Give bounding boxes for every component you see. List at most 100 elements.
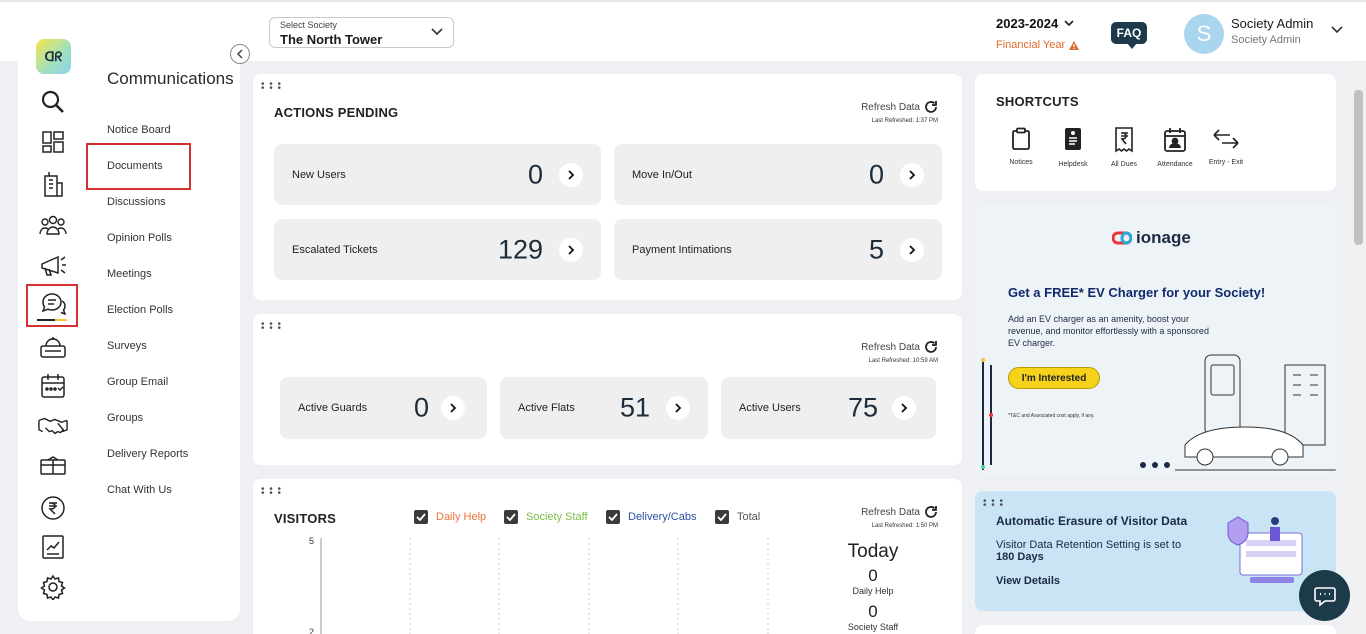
erasure-body: Visitor Data Retention Setting is set to — [996, 539, 1182, 551]
amenities-icon[interactable] — [38, 451, 68, 481]
communications-icon[interactable] — [38, 289, 68, 319]
legend-daily-help[interactable]: Daily Help — [414, 510, 486, 524]
helpdesk-icon[interactable] — [38, 332, 68, 362]
tile-active-flats[interactable]: Active Flats 51 — [500, 377, 708, 439]
visitors-card: • • • • • • VISITORS Refresh Data Last Re… — [253, 479, 962, 634]
checkbox-checked-icon[interactable] — [414, 510, 428, 524]
dashboard-icon[interactable] — [38, 127, 68, 157]
drag-handle-icon[interactable]: • • • • • • — [983, 497, 1004, 511]
today-daily-help-value: 0 — [868, 566, 878, 585]
chevron-right-icon[interactable] — [559, 162, 583, 187]
chevron-right-icon[interactable] — [441, 396, 465, 420]
chevron-right-icon[interactable] — [900, 162, 924, 187]
collapse-sidebar-button[interactable] — [230, 44, 250, 64]
chevron-right-icon[interactable] — [892, 396, 916, 420]
view-details-link[interactable]: View Details — [996, 575, 1060, 587]
tile-label: Escalated Tickets — [292, 243, 378, 256]
active-underline — [37, 319, 67, 321]
menu-item-discussions[interactable]: Discussions — [107, 196, 166, 208]
tile-move-in-out[interactable]: Move In/Out 0 — [614, 144, 942, 205]
scrollbar-thumb[interactable] — [1354, 90, 1363, 245]
drag-handle-icon[interactable]: • • • • • • — [261, 320, 282, 334]
faq-button[interactable]: FAQ — [1111, 22, 1147, 49]
shortcut-entry-exit[interactable]: Entry - Exit — [1198, 127, 1254, 166]
chevron-right-icon[interactable] — [559, 237, 583, 262]
menu-item-documents[interactable]: Documents — [107, 160, 163, 172]
chat-support-button[interactable] — [1299, 570, 1350, 621]
user-role: Society Admin — [1231, 34, 1301, 46]
shortcut-all-dues[interactable]: All Dues — [1096, 127, 1152, 168]
menu-item-opinion-polls[interactable]: Opinion Polls — [107, 232, 172, 244]
menu-item-chat-with-us[interactable]: Chat With Us — [107, 484, 172, 496]
community-icon[interactable] — [38, 210, 68, 240]
menu-item-delivery-reports[interactable]: Delivery Reports — [107, 448, 188, 460]
tile-active-users[interactable]: Active Users 75 — [721, 377, 936, 439]
ev-charger-banner[interactable]: ionage Get a FREE* EV Charger for your S… — [975, 205, 1336, 476]
ad-headline: Get a FREE* EV Charger for your Society! — [1008, 285, 1266, 300]
last-refreshed: Last Refreshed: 10:59 AM — [868, 358, 938, 364]
left-navigation-panel: ᗡᖇ Communications Notice Board Documents… — [18, 17, 240, 621]
chevron-down-icon — [431, 28, 443, 36]
checkbox-checked-icon[interactable] — [715, 510, 729, 524]
calendar-icon[interactable] — [38, 371, 68, 401]
refresh-data-button[interactable]: Refresh Data — [833, 340, 938, 354]
today-daily-help-label: Daily Help — [852, 586, 894, 596]
chat-bubbles-icon — [1313, 586, 1336, 607]
today-staff-label: Society Staff — [847, 622, 899, 632]
last-refreshed: Last Refreshed: 1:50 PM — [871, 523, 938, 529]
tile-new-users[interactable]: New Users 0 — [274, 144, 601, 205]
society-select[interactable]: Select Society The North Tower — [269, 17, 454, 48]
handshake-icon[interactable] — [38, 411, 68, 441]
chevron-down-icon — [1331, 26, 1343, 34]
erasure-days: 180 Days — [996, 551, 1044, 563]
checkbox-checked-icon[interactable] — [606, 510, 620, 524]
carousel-dot[interactable] — [1164, 462, 1170, 468]
settings-icon[interactable] — [38, 572, 68, 602]
tile-escalated-tickets[interactable]: Escalated Tickets 129 — [274, 219, 601, 280]
menu-item-notice-board[interactable]: Notice Board — [107, 124, 171, 136]
menu-item-election-polls[interactable]: Election Polls — [107, 304, 173, 316]
menu-item-surveys[interactable]: Surveys — [107, 340, 147, 352]
menu-item-groups[interactable]: Groups — [107, 412, 143, 424]
carousel-dot[interactable] — [1140, 462, 1146, 468]
carousel-dot[interactable] — [1152, 462, 1158, 468]
menu-title: Communications — [107, 69, 234, 88]
shortcut-attendance[interactable]: Attendance — [1147, 127, 1203, 168]
drag-handle-icon[interactable]: • • • • • • — [261, 485, 282, 499]
ionage-logo-icon — [1112, 231, 1132, 245]
rupee-icon[interactable] — [38, 493, 68, 523]
im-interested-button[interactable]: I'm Interested — [1008, 367, 1100, 389]
refresh-data-button[interactable]: Refresh Data — [833, 100, 938, 114]
legend-label: Delivery/Cabs — [628, 511, 697, 523]
legend-total[interactable]: Total — [715, 510, 760, 524]
checkbox-checked-icon[interactable] — [504, 510, 518, 524]
chevron-right-icon[interactable] — [666, 396, 690, 420]
legend-delivery-cabs[interactable]: Delivery/Cabs — [606, 510, 696, 524]
legend-society-staff[interactable]: Society Staff — [504, 510, 588, 524]
attendance-icon — [1164, 128, 1186, 152]
menu-item-group-email[interactable]: Group Email — [107, 376, 168, 388]
warning-icon — [1069, 40, 1080, 50]
financial-year-selector[interactable]: 2023-2024 Financial Year — [996, 16, 1086, 51]
tile-value: 51 — [619, 392, 650, 423]
page-scrollbar[interactable] — [1351, 62, 1366, 634]
tile-payment-intimations[interactable]: Payment Intimations 5 — [614, 219, 942, 280]
chevron-right-icon[interactable] — [900, 237, 924, 262]
carousel-dots[interactable] — [1140, 462, 1170, 468]
announcement-icon[interactable] — [38, 250, 68, 280]
tile-active-guards[interactable]: Active Guards 0 — [280, 377, 487, 439]
shortcut-notices[interactable]: Notices — [993, 127, 1049, 166]
tile-label: New Users — [292, 168, 346, 181]
menu-item-meetings[interactable]: Meetings — [107, 268, 152, 280]
reports-icon[interactable] — [38, 532, 68, 562]
rupee-bill-icon — [1115, 127, 1133, 153]
today-staff-value: 0 — [868, 602, 878, 621]
user-menu[interactable]: S Society Admin Society Admin — [1184, 14, 1354, 54]
refresh-data-button[interactable]: Refresh Data — [833, 505, 938, 519]
app-logo[interactable]: ᗡᖇ — [36, 39, 71, 74]
search-icon[interactable] — [38, 87, 68, 117]
drag-handle-icon[interactable]: • • • • • • — [261, 80, 282, 94]
next-card-edge — [975, 625, 1336, 634]
building-icon[interactable] — [38, 169, 68, 199]
shortcut-helpdesk[interactable]: Helpdesk — [1045, 127, 1101, 168]
